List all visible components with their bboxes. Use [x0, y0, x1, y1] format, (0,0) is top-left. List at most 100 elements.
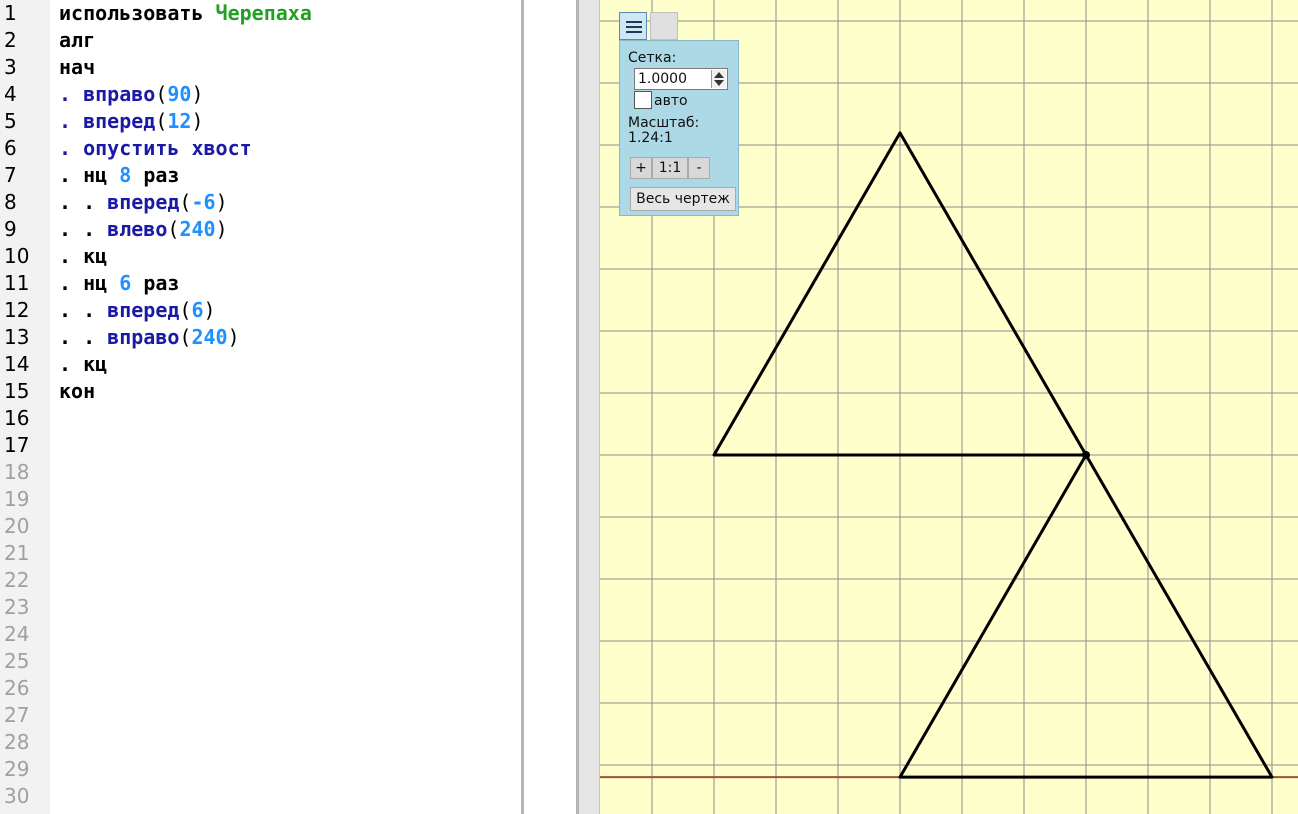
line-number: 26 [4, 676, 30, 700]
code-line-14[interactable]: . кц [59, 351, 107, 378]
menu-icon[interactable] [619, 12, 647, 40]
code-line-2[interactable]: алг [59, 27, 95, 54]
keyword: раз [143, 163, 180, 187]
line-number: 27 [4, 703, 30, 727]
grid-step-spinner[interactable] [711, 70, 726, 88]
command: . вправо [59, 82, 156, 106]
code-line-1[interactable]: использовать Черепаха [59, 0, 312, 27]
keyword: . кц [59, 244, 108, 268]
panel-tab-button[interactable] [650, 12, 678, 40]
command: . опустить хвост [59, 136, 252, 160]
number: 12 [167, 109, 192, 133]
code-line-7[interactable]: . нц 8 раз [59, 162, 179, 189]
line-number: 12 [4, 298, 30, 322]
line-number: 8 [4, 190, 17, 214]
grid-step-input[interactable]: 1.0000 [634, 68, 728, 90]
paren: ( [179, 298, 192, 322]
whole-drawing-button[interactable]: Весь чертеж [630, 187, 736, 211]
code-line-9[interactable]: . . влево(240) [59, 216, 228, 243]
line-number: 25 [4, 649, 30, 673]
line-number: 10 [4, 244, 30, 268]
line-number: 23 [4, 595, 30, 619]
line-number: 28 [4, 730, 30, 754]
line-number: 29 [4, 757, 30, 781]
paren: ) [191, 82, 204, 106]
line-number: 15 [4, 379, 30, 403]
zoom-reset-button[interactable]: 1:1 [652, 157, 688, 179]
menu-icon-bar [626, 21, 642, 23]
line-number: 30 [4, 784, 30, 808]
code-line-8[interactable]: . . вперед(-6) [59, 189, 228, 216]
line-number: 4 [4, 82, 17, 106]
command: вперед [107, 298, 180, 322]
line-number: 6 [4, 136, 17, 160]
code-line-13[interactable]: . . вправо(240) [59, 324, 240, 351]
vertical-ruler [579, 0, 600, 814]
line-number: 17 [4, 433, 30, 457]
number: 6 [119, 271, 132, 295]
grid-label: Сетка: [628, 50, 677, 66]
scale-label: Масштаб: [628, 115, 700, 131]
number: 6 [191, 298, 204, 322]
indent-dots: . . [59, 190, 96, 214]
code-line-3[interactable]: нач [59, 54, 95, 81]
keyword: . нц [59, 271, 108, 295]
line-number: 20 [4, 514, 30, 538]
code-line-10[interactable]: . кц [59, 243, 107, 270]
number: -6 [191, 190, 216, 214]
code-line-15[interactable]: кон [59, 378, 95, 405]
paren: ) [215, 190, 228, 214]
module-name: Черепаха [215, 1, 312, 25]
line-number: 3 [4, 55, 17, 79]
line-number: 11 [4, 271, 30, 295]
paren: ) [191, 109, 204, 133]
line-number: 21 [4, 541, 30, 565]
command: вперед [107, 190, 180, 214]
keyword: использовать [59, 1, 204, 25]
number: 8 [119, 163, 132, 187]
keyword: . нц [59, 163, 108, 187]
spin-down-icon[interactable] [714, 80, 724, 86]
indent-dots: . . [59, 298, 96, 322]
auto-checkbox[interactable] [634, 91, 652, 109]
line-number: 18 [4, 460, 30, 484]
line-number: 19 [4, 487, 30, 511]
code-line-11[interactable]: . нц 6 раз [59, 270, 179, 297]
paren: ) [227, 325, 240, 349]
code-line-12[interactable]: . . вперед(6) [59, 297, 216, 324]
paren: ) [215, 217, 228, 241]
grid-settings-panel: Сетка: 1.0000 авто Масштаб: 1.24:1 + 1:1… [619, 40, 739, 216]
line-number: 24 [4, 622, 30, 646]
paren: ( [179, 325, 192, 349]
keyword: алг [59, 28, 96, 52]
command: вправо [107, 325, 180, 349]
command: . вперед [59, 109, 156, 133]
number: 90 [167, 82, 192, 106]
code-line-6[interactable]: . опустить хвост [59, 135, 252, 162]
line-number: 2 [4, 28, 17, 52]
paren: ( [155, 82, 168, 106]
line-number: 22 [4, 568, 30, 592]
scale-value: 1.24:1 [628, 130, 673, 146]
spin-up-icon[interactable] [714, 72, 724, 78]
keyword: раз [143, 271, 180, 295]
code-line-5[interactable]: . вперед(12) [59, 108, 204, 135]
command: влево [107, 217, 168, 241]
number: 240 [179, 217, 216, 241]
menu-icon-bar [626, 31, 642, 33]
line-number: 5 [4, 109, 17, 133]
keyword: . кц [59, 352, 108, 376]
paren: ( [155, 109, 168, 133]
grid-step-value: 1.0000 [638, 71, 687, 87]
line-number: 9 [4, 217, 17, 241]
menu-icon-bar [626, 26, 642, 28]
code-line-4[interactable]: . вправо(90) [59, 81, 204, 108]
indent-dots: . . [59, 217, 96, 241]
paren: ) [203, 298, 216, 322]
zoom-out-button[interactable]: - [688, 157, 710, 179]
code-editor[interactable]: 1 2 3 4 5 6 7 8 9 10 11 12 13 14 15 16 17 18 19 20 21 22 23 24 2… [0, 0, 521, 814]
paren: ( [167, 217, 180, 241]
line-number: 13 [4, 325, 30, 349]
line-number: 14 [4, 352, 30, 376]
zoom-in-button[interactable]: + [630, 157, 652, 179]
